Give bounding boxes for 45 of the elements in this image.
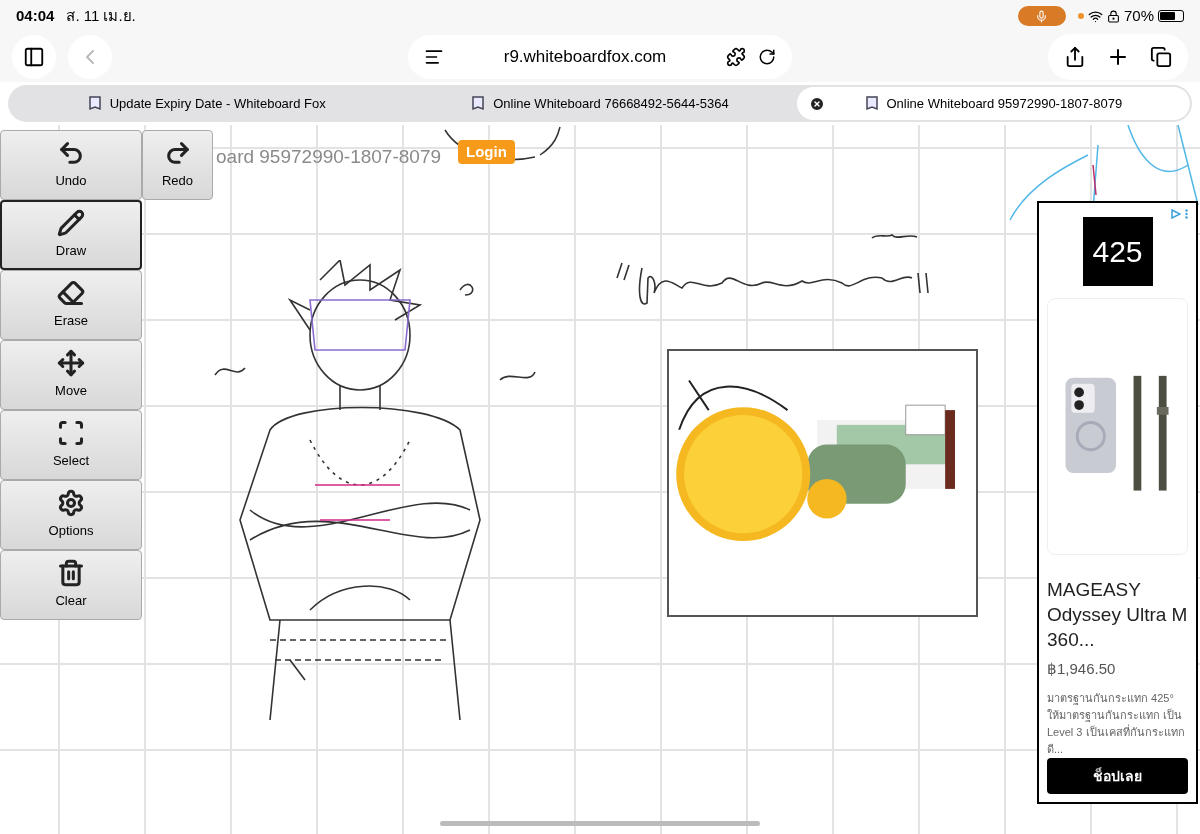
- page-icon: [864, 95, 879, 112]
- url-text: r9.whiteboardfox.com: [502, 46, 668, 69]
- browser-tab[interactable]: Online Whiteboard 76668492-5644-5364: [403, 87, 797, 120]
- browser-tab[interactable]: Update Expiry Date - Whiteboard Fox: [10, 87, 404, 120]
- product-description: มาตรฐานกันกระแทก 425° ให้มาตรฐานกันกระแทก เป็น Level 3 เป็นเคสที่กันกระแทกดี...: [1047, 691, 1186, 758]
- sidebar-button[interactable]: [12, 35, 56, 79]
- select-icon: [57, 419, 85, 448]
- status-date: ส. 11 เม.ย.: [66, 5, 136, 26]
- move-icon: [57, 349, 85, 378]
- sidebar-icon: [23, 46, 45, 68]
- shop-now-button[interactable]: ช็อปเลย: [1047, 758, 1188, 794]
- whiteboard-canvas[interactable]: [0, 125, 1200, 834]
- reader-icon: [424, 47, 444, 67]
- tool-button[interactable]: Move: [0, 340, 142, 410]
- wifi-icon: [1087, 8, 1103, 24]
- tool-button[interactable]: Clear: [0, 550, 142, 620]
- pencil-icon: [57, 209, 85, 238]
- tool-button[interactable]: Undo: [0, 130, 142, 200]
- product-title: MAGEASY Odyssey Ultra M 360...: [1047, 577, 1188, 652]
- battery-percent: 70%: [1123, 5, 1154, 26]
- tool-button[interactable]: Erase: [0, 270, 142, 340]
- ad-choices-icon[interactable]: [1171, 209, 1181, 219]
- reload-icon[interactable]: [758, 48, 776, 66]
- tool-button[interactable]: Select: [0, 410, 142, 480]
- browser-tab[interactable]: Online Whiteboard 95972990-1807-8079: [796, 87, 1190, 120]
- eraser-icon: [57, 279, 85, 308]
- rotation-lock-icon: [1106, 9, 1120, 23]
- page-icon: [471, 95, 486, 112]
- address-bar[interactable]: r9.whiteboardfox.com: [408, 35, 792, 79]
- product-price: ฿1,946.50: [1047, 658, 1117, 679]
- trash-icon: [57, 559, 85, 588]
- tool-button[interactable]: Redo: [142, 130, 213, 200]
- board-title: oard 95972990-1807-8079: [216, 145, 442, 169]
- battery-icon: [1158, 10, 1184, 22]
- tool-button[interactable]: Options: [0, 480, 142, 550]
- extension-icon: [726, 47, 746, 67]
- more-icon[interactable]: [1185, 209, 1188, 219]
- page-icon: [87, 95, 102, 112]
- close-tab-icon[interactable]: [808, 95, 825, 112]
- share-icon[interactable]: [1064, 46, 1086, 68]
- settings-icon: [57, 489, 85, 518]
- tool-button[interactable]: Draw: [0, 200, 142, 270]
- status-time: 04:04: [16, 5, 55, 26]
- brand-logo: 425: [1082, 217, 1153, 287]
- tabs-icon[interactable]: [1150, 46, 1172, 68]
